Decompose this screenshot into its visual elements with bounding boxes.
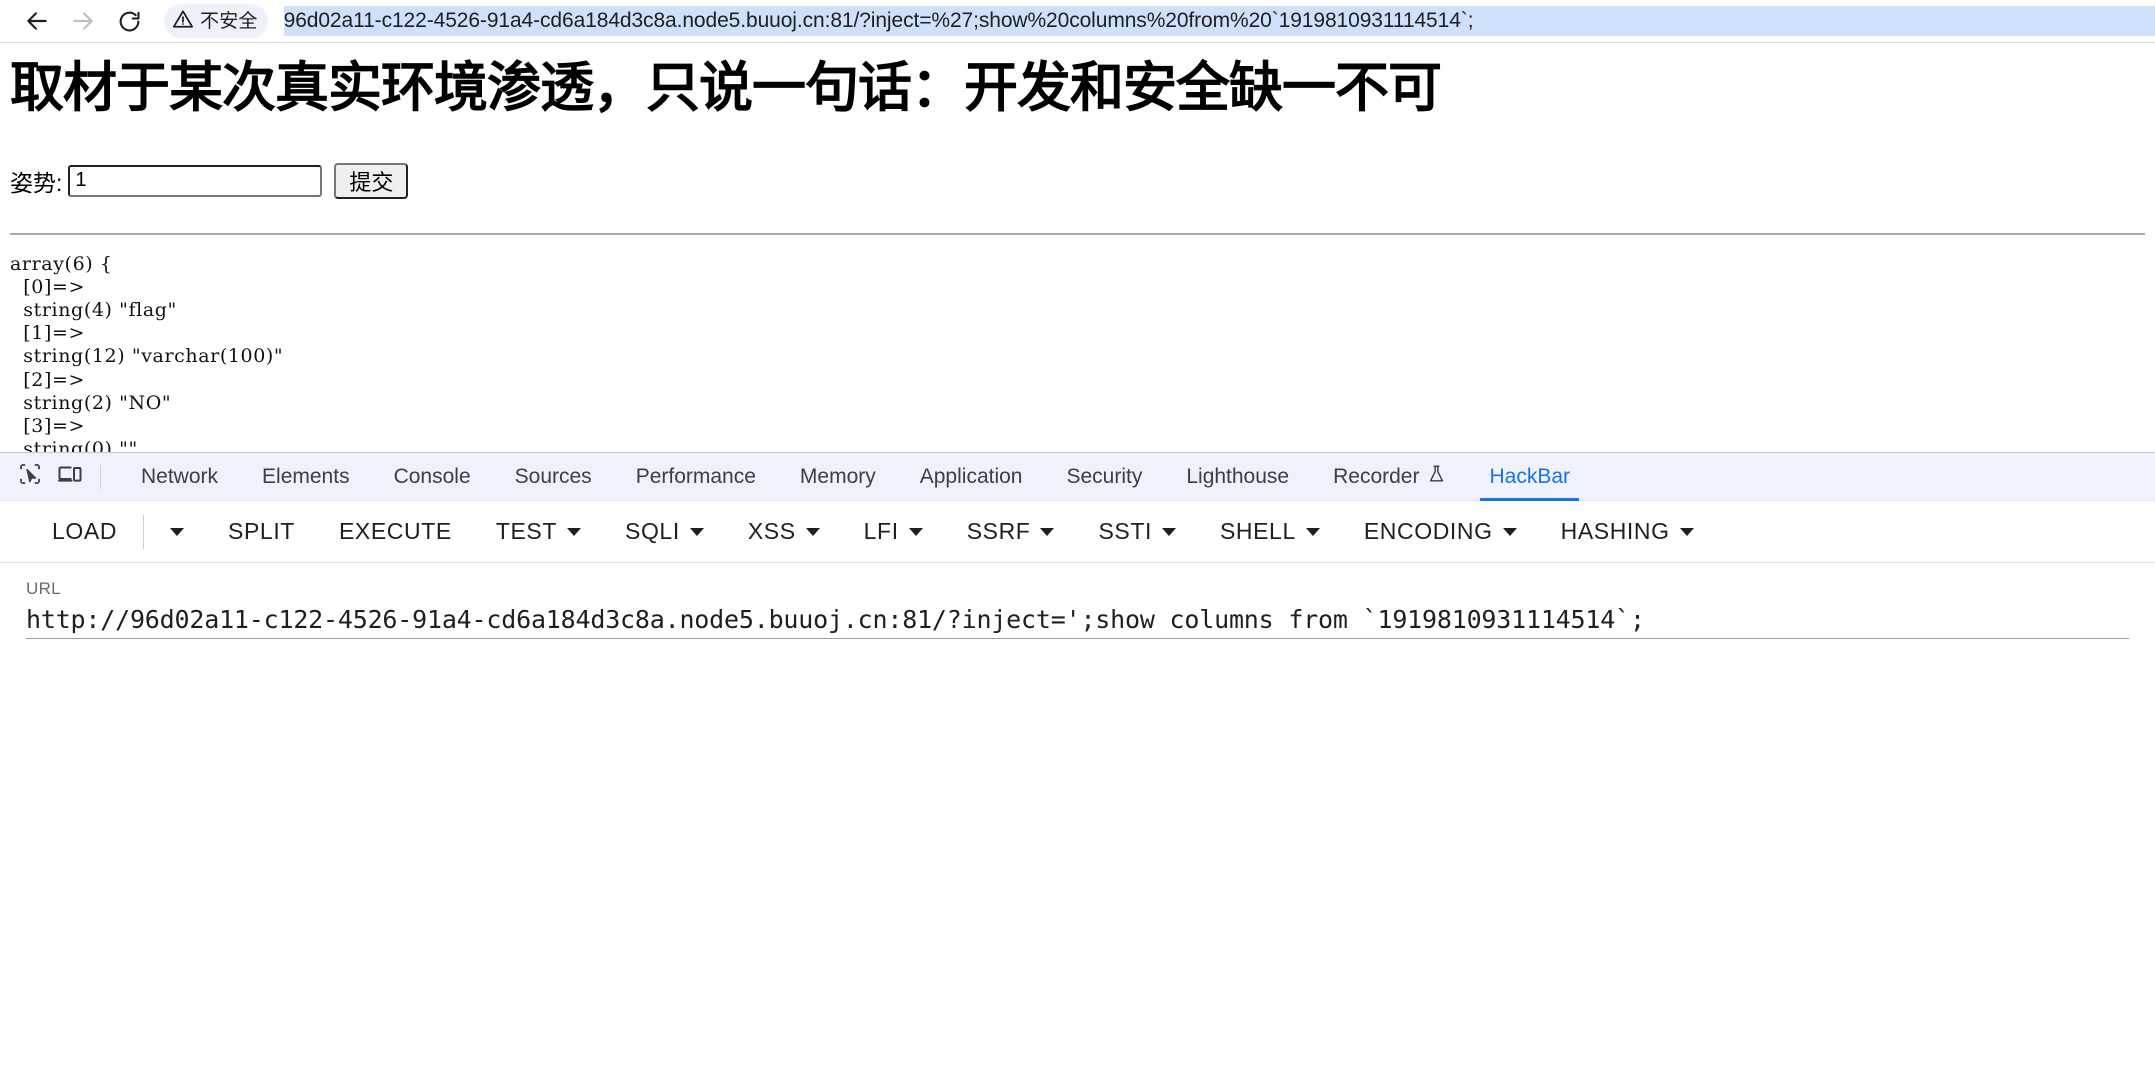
chevron-down-icon xyxy=(805,527,820,536)
warning-triangle-icon xyxy=(172,8,194,35)
hackbar-url-input[interactable]: http://96d02a11-c122-4526-91a4-cd6a184d3… xyxy=(26,605,2129,639)
tab-label: Network xyxy=(141,464,219,488)
hackbar-lfi-menu[interactable]: LFI xyxy=(842,509,945,555)
devtools-tab-lighthouse[interactable]: Lighthouse xyxy=(1164,453,1311,501)
chevron-down-icon xyxy=(1502,527,1517,536)
tab-label: Memory xyxy=(799,464,876,488)
chevron-down-icon xyxy=(1040,527,1055,536)
flask-icon xyxy=(1428,464,1445,490)
chevron-down-icon xyxy=(567,527,581,536)
url-field-label: URL xyxy=(26,579,61,598)
url-input[interactable]: 96d02a11-c122-4526-91a4-cd6a184d3c8a.nod… xyxy=(283,6,2155,36)
button-label: EXECUTE xyxy=(338,518,452,544)
button-label: TEST xyxy=(495,518,557,544)
hackbar-encoding-menu[interactable]: ENCODING xyxy=(1342,509,1539,555)
hackbar-sqli-menu[interactable]: SQLI xyxy=(603,509,726,555)
button-label: ENCODING xyxy=(1363,518,1493,544)
hackbar-execute-button[interactable]: EXECUTE xyxy=(317,509,474,555)
tab-label: Recorder xyxy=(1333,464,1420,488)
device-toolbar-icon xyxy=(57,462,83,491)
hackbar-shell-menu[interactable]: SHELL xyxy=(1198,509,1342,555)
inspect-element-button[interactable] xyxy=(10,457,50,497)
tab-label: Security xyxy=(1066,464,1143,488)
hackbar-url-section: URL http://96d02a11-c122-4526-91a4-cd6a1… xyxy=(0,563,2155,639)
submit-button[interactable]: 提交 xyxy=(334,162,409,199)
hackbar-test-menu[interactable]: TEST xyxy=(474,509,603,555)
hackbar-xss-menu[interactable]: XSS xyxy=(726,509,842,555)
hackbar-load-dropdown[interactable] xyxy=(148,509,206,555)
button-label: LFI xyxy=(863,518,899,544)
button-label: LOAD xyxy=(52,518,118,544)
devtools-tab-recorder[interactable]: Recorder xyxy=(1311,453,1467,501)
tab-label: Application xyxy=(919,464,1023,488)
back-button[interactable] xyxy=(14,0,60,42)
site-security-chip[interactable]: 不安全 xyxy=(164,4,268,38)
toolbar-divider xyxy=(100,464,101,489)
inspect-element-icon xyxy=(18,462,42,491)
forward-button[interactable] xyxy=(60,0,106,42)
hackbar-load-button[interactable]: LOAD xyxy=(30,509,139,555)
button-label: SHELL xyxy=(1219,518,1296,544)
security-status-label: 不安全 xyxy=(200,10,258,32)
tab-label: Console xyxy=(393,464,471,488)
hackbar-toolbar: LOAD SPLIT EXECUTE TEST SQLI XSS LFI SSR… xyxy=(0,501,2155,563)
back-arrow-icon xyxy=(24,8,50,34)
chevron-down-icon xyxy=(1679,527,1694,536)
content-divider xyxy=(10,232,2145,235)
devtools-tab-hackbar[interactable]: HackBar xyxy=(1467,453,1592,501)
button-label: HASHING xyxy=(1560,518,1670,544)
devtools-panel: Network Elements Console Sources Perform… xyxy=(0,452,2155,758)
devtools-tab-security[interactable]: Security xyxy=(1044,453,1164,501)
chevron-down-icon xyxy=(1161,527,1176,536)
button-label: SPLIT xyxy=(228,518,295,544)
devtools-tab-console[interactable]: Console xyxy=(372,453,493,501)
devtools-tab-elements[interactable]: Elements xyxy=(240,453,372,501)
hackbar-hashing-menu[interactable]: HASHING xyxy=(1539,509,1716,555)
pose-input[interactable] xyxy=(68,164,323,197)
device-toolbar-button[interactable] xyxy=(50,457,90,497)
tab-label: Elements xyxy=(262,464,350,488)
hackbar-ssrf-menu[interactable]: SSRF xyxy=(945,509,1077,555)
button-label: SSTI xyxy=(1098,518,1152,544)
browser-toolbar: 不安全 96d02a11-c122-4526-91a4-cd6a184d3c8a… xyxy=(0,0,2155,42)
devtools-tab-sources[interactable]: Sources xyxy=(493,453,614,501)
hackbar-ssti-menu[interactable]: SSTI xyxy=(1076,509,1198,555)
devtools-tab-bar: Network Elements Console Sources Perform… xyxy=(0,453,2155,501)
chevron-down-icon xyxy=(689,527,704,536)
inject-form: 姿势: 提交 xyxy=(10,162,2145,199)
button-label: SSRF xyxy=(966,518,1031,544)
page-title: 取材于某次真实环境渗透，只说一句话：开发和安全缺一不可 xyxy=(10,58,1442,118)
chevron-down-icon xyxy=(1305,527,1320,536)
tab-label: HackBar xyxy=(1489,464,1571,488)
button-label: SQLI xyxy=(625,518,680,544)
devtools-tab-memory[interactable]: Memory xyxy=(778,453,898,501)
devtools-tab-application[interactable]: Application xyxy=(898,453,1045,501)
hackbar-toolbar-divider xyxy=(143,514,145,549)
button-label: XSS xyxy=(747,518,796,544)
devtools-tab-network[interactable]: Network xyxy=(119,453,240,501)
chevron-down-icon xyxy=(170,527,185,536)
tab-label: Performance xyxy=(635,464,756,488)
page-content: 取材于某次真实环境渗透，只说一句话：开发和安全缺一不可 姿势: 提交 array… xyxy=(0,42,2155,758)
address-bar[interactable]: 不安全 96d02a11-c122-4526-91a4-cd6a184d3c8a… xyxy=(164,0,2155,42)
pose-field-label: 姿势: xyxy=(10,169,63,196)
forward-arrow-icon xyxy=(70,8,96,34)
chevron-down-icon xyxy=(908,527,923,536)
devtools-tab-performance[interactable]: Performance xyxy=(614,453,778,501)
tab-label: Sources xyxy=(514,464,592,488)
tab-label: Lighthouse xyxy=(1186,464,1290,488)
reload-icon xyxy=(117,9,142,34)
hackbar-split-button[interactable]: SPLIT xyxy=(206,509,317,555)
reload-button[interactable] xyxy=(106,0,152,42)
